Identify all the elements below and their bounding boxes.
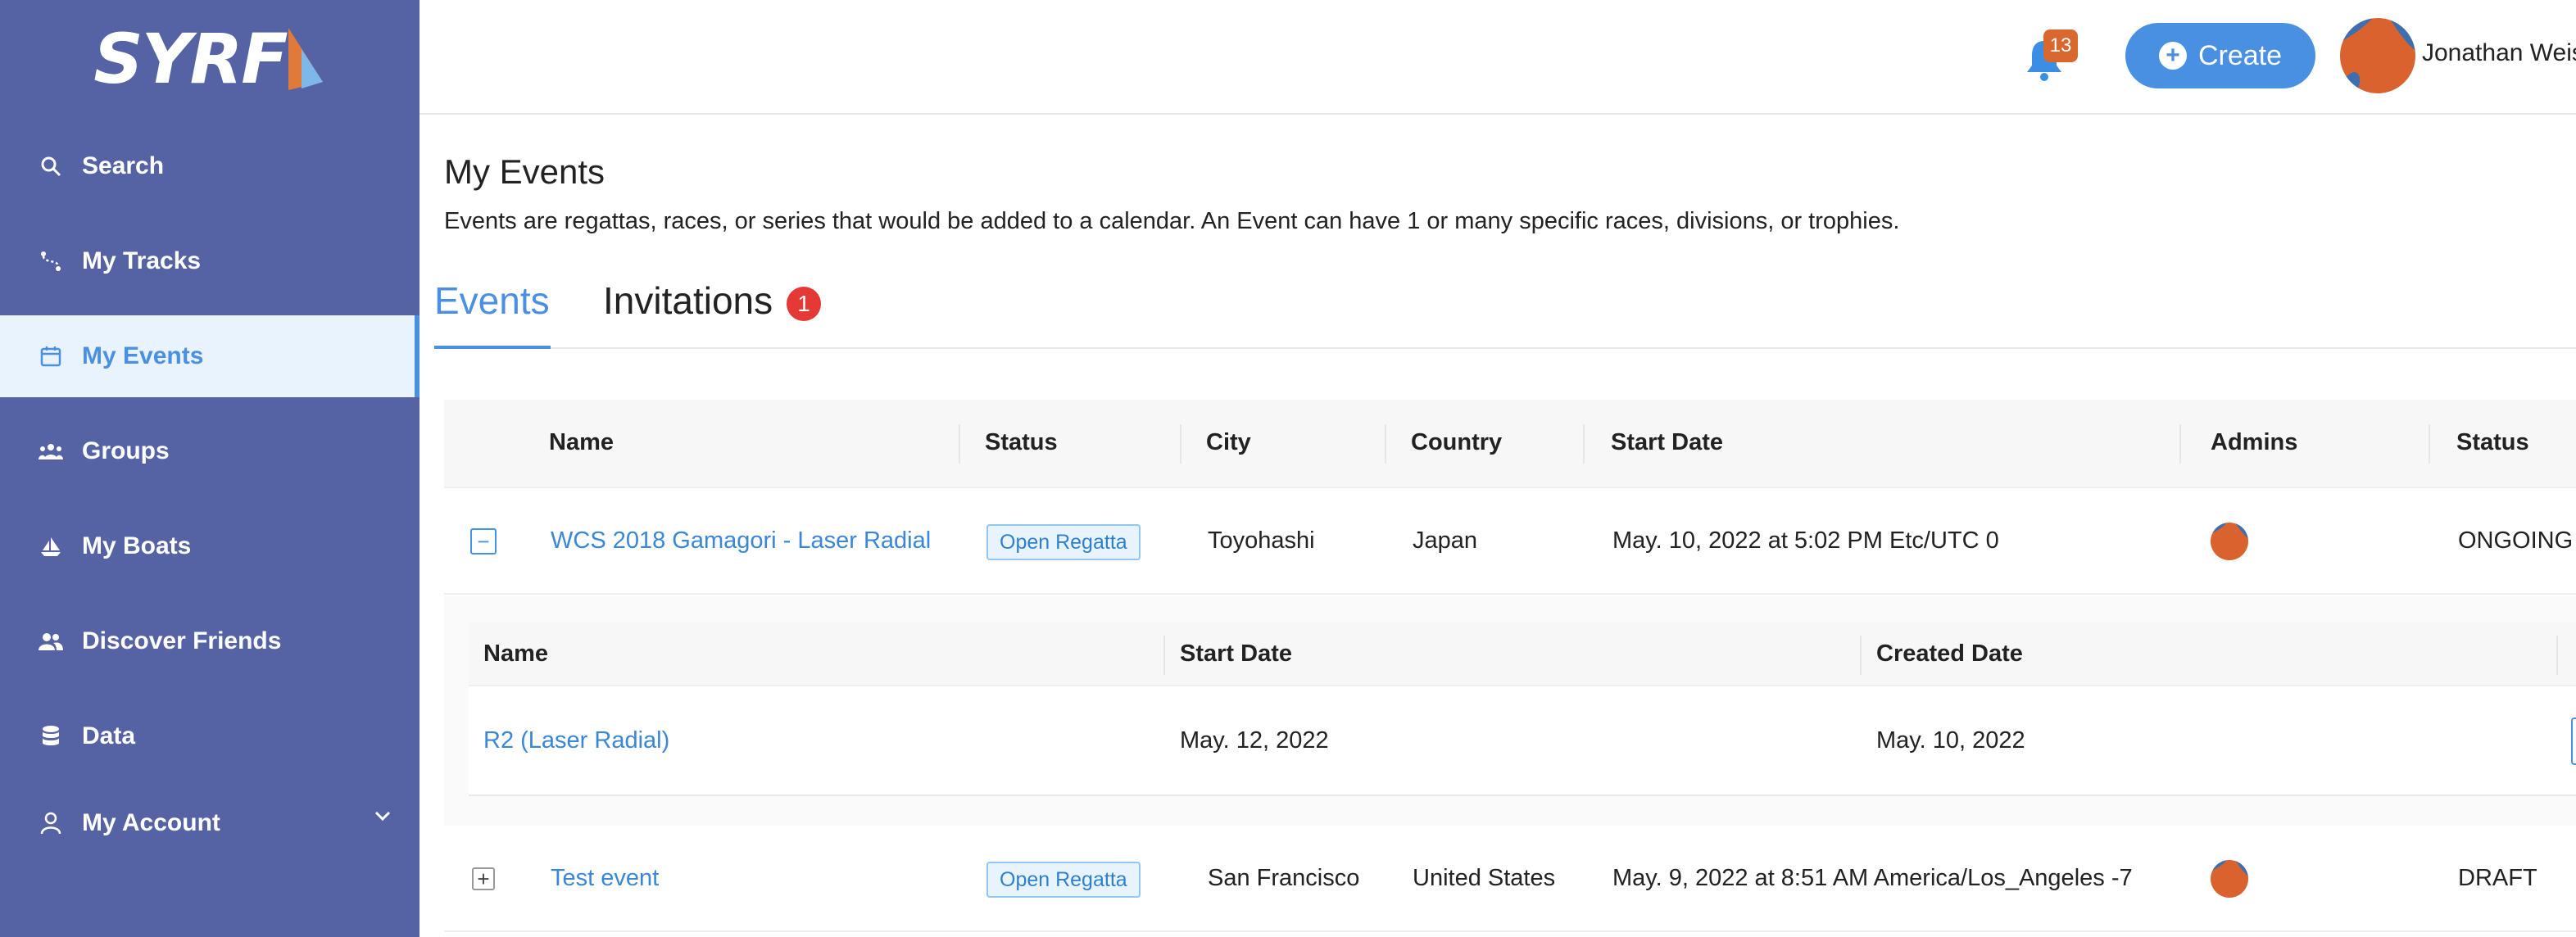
invitations-count-badge: 1 xyxy=(787,287,821,321)
sidebar-item-discover-friends[interactable]: Discover Friends xyxy=(0,600,420,682)
column-divider xyxy=(2556,636,2558,675)
calendar-icon xyxy=(38,343,64,369)
column-header-race-name[interactable]: Name xyxy=(483,641,548,668)
user-icon xyxy=(38,810,64,836)
column-divider xyxy=(2429,424,2430,464)
friends-icon xyxy=(38,628,64,654)
table-row: + Test event Open Regatta San Francisco … xyxy=(444,826,2576,932)
admin-avatar[interactable] xyxy=(2211,523,2248,560)
search-icon xyxy=(38,153,64,179)
page-title: My Events xyxy=(444,152,605,191)
collapse-row-button[interactable]: − xyxy=(470,528,497,555)
sidebar-item-label: Data xyxy=(82,722,136,749)
race-name-link[interactable]: R2 (Laser Radial) xyxy=(483,727,669,754)
tab-events[interactable]: Events xyxy=(434,278,551,349)
column-divider xyxy=(1180,424,1181,464)
race-row: R2 (Laser Radial) May. 12, 2022 May. 10,… xyxy=(469,686,2576,796)
event-country: United States xyxy=(1413,865,1556,891)
column-divider xyxy=(959,424,960,464)
sidebar-item-label: Discover Friends xyxy=(82,627,282,654)
column-header-country[interactable]: Country xyxy=(1411,429,1502,456)
column-header-name[interactable]: Name xyxy=(549,429,614,456)
sidebar-item-label: Search xyxy=(82,152,165,179)
race-start-date: May. 12, 2022 xyxy=(1180,727,1329,754)
column-divider xyxy=(1385,424,1386,464)
create-button-label: Create xyxy=(2197,39,2283,71)
race-action-button[interactable] xyxy=(2571,717,2576,765)
page-description: Events are regattas, races, or series th… xyxy=(444,208,1900,234)
status-tag: Open Regatta xyxy=(986,524,1141,560)
event-name-link[interactable]: WCS 2018 Gamagori - Laser Radial xyxy=(551,527,931,555)
user-avatar[interactable] xyxy=(2340,18,2415,93)
event-state: ONGOING xyxy=(2458,527,2574,554)
races-table-header: Name Start Date Created Date xyxy=(469,622,2576,686)
sidebar-item-label: My Tracks xyxy=(82,247,202,274)
column-header-status[interactable]: Status xyxy=(985,429,1058,456)
sidebar-item-my-tracks[interactable]: My Tracks xyxy=(0,220,420,302)
logo-text: SYRF xyxy=(93,19,288,99)
sidebar-item-my-account[interactable]: My Account xyxy=(0,782,420,864)
column-divider xyxy=(1860,636,1862,675)
tab-bar: Events Invitations 1 xyxy=(434,270,2576,349)
sail-logo-icon xyxy=(288,28,323,90)
sidebar-item-data[interactable]: Data xyxy=(0,695,420,777)
sidebar-item-my-boats[interactable]: My Boats xyxy=(0,505,420,587)
column-divider xyxy=(1163,636,1165,675)
tab-invitations[interactable]: Invitations xyxy=(603,278,773,323)
boat-icon xyxy=(38,533,64,559)
table-row: − WCS 2018 Gamagori - Laser Radial Open … xyxy=(444,488,2576,595)
column-divider xyxy=(2179,424,2181,464)
user-name[interactable]: Jonathan Weiss xyxy=(2422,39,2576,67)
status-tag: Open Regatta xyxy=(986,862,1141,898)
column-header-state[interactable]: Status xyxy=(2456,429,2529,456)
sidebar-item-label: My Events xyxy=(82,342,204,369)
event-name-link[interactable]: Test event xyxy=(551,865,659,892)
groups-icon xyxy=(38,438,64,464)
event-city: San Francisco xyxy=(1208,865,1360,891)
event-state: DRAFT xyxy=(2458,865,2537,891)
sidebar-item-label: Groups xyxy=(82,437,170,464)
column-header-start-date[interactable]: Start Date xyxy=(1611,429,1723,456)
column-header-created-date[interactable]: Created Date xyxy=(1876,641,2023,668)
sidebar-item-groups[interactable]: Groups xyxy=(0,410,420,492)
expand-row-button[interactable]: + xyxy=(472,867,495,890)
race-created-date: May. 10, 2022 xyxy=(1876,727,2025,754)
database-icon xyxy=(38,723,64,749)
event-start-date: May. 9, 2022 at 8:51 AM America/Los_Ange… xyxy=(1612,865,2133,891)
column-header-city[interactable]: City xyxy=(1206,429,1251,456)
plus-circle-icon: + xyxy=(2158,42,2187,70)
column-header-admins[interactable]: Admins xyxy=(2211,429,2297,456)
column-header-race-start-date[interactable]: Start Date xyxy=(1180,641,1292,668)
notification-count-badge: 13 xyxy=(2043,29,2078,62)
create-button[interactable]: + Create xyxy=(2125,23,2315,88)
column-divider xyxy=(1583,424,1585,464)
sidebar-item-search[interactable]: Search xyxy=(0,125,420,207)
sidebar: SYRF Search My Tracks My Events Groups M… xyxy=(0,0,420,937)
event-start-date: May. 10, 2022 at 5:02 PM Etc/UTC 0 xyxy=(1612,527,1999,554)
event-country: Japan xyxy=(1413,527,1478,554)
sidebar-item-label: My Account xyxy=(82,809,220,836)
events-table-header: Name Status City Country Start Date Admi… xyxy=(444,400,2576,488)
sidebar-item-label: My Boats xyxy=(82,532,192,559)
sidebar-item-my-events[interactable]: My Events xyxy=(0,315,420,397)
syrf-logo[interactable]: SYRF xyxy=(0,18,420,100)
event-city: Toyohashi xyxy=(1208,527,1315,554)
chevron-down-icon[interactable] xyxy=(374,810,392,822)
tracks-icon xyxy=(38,248,64,274)
admin-avatar[interactable] xyxy=(2211,860,2248,898)
